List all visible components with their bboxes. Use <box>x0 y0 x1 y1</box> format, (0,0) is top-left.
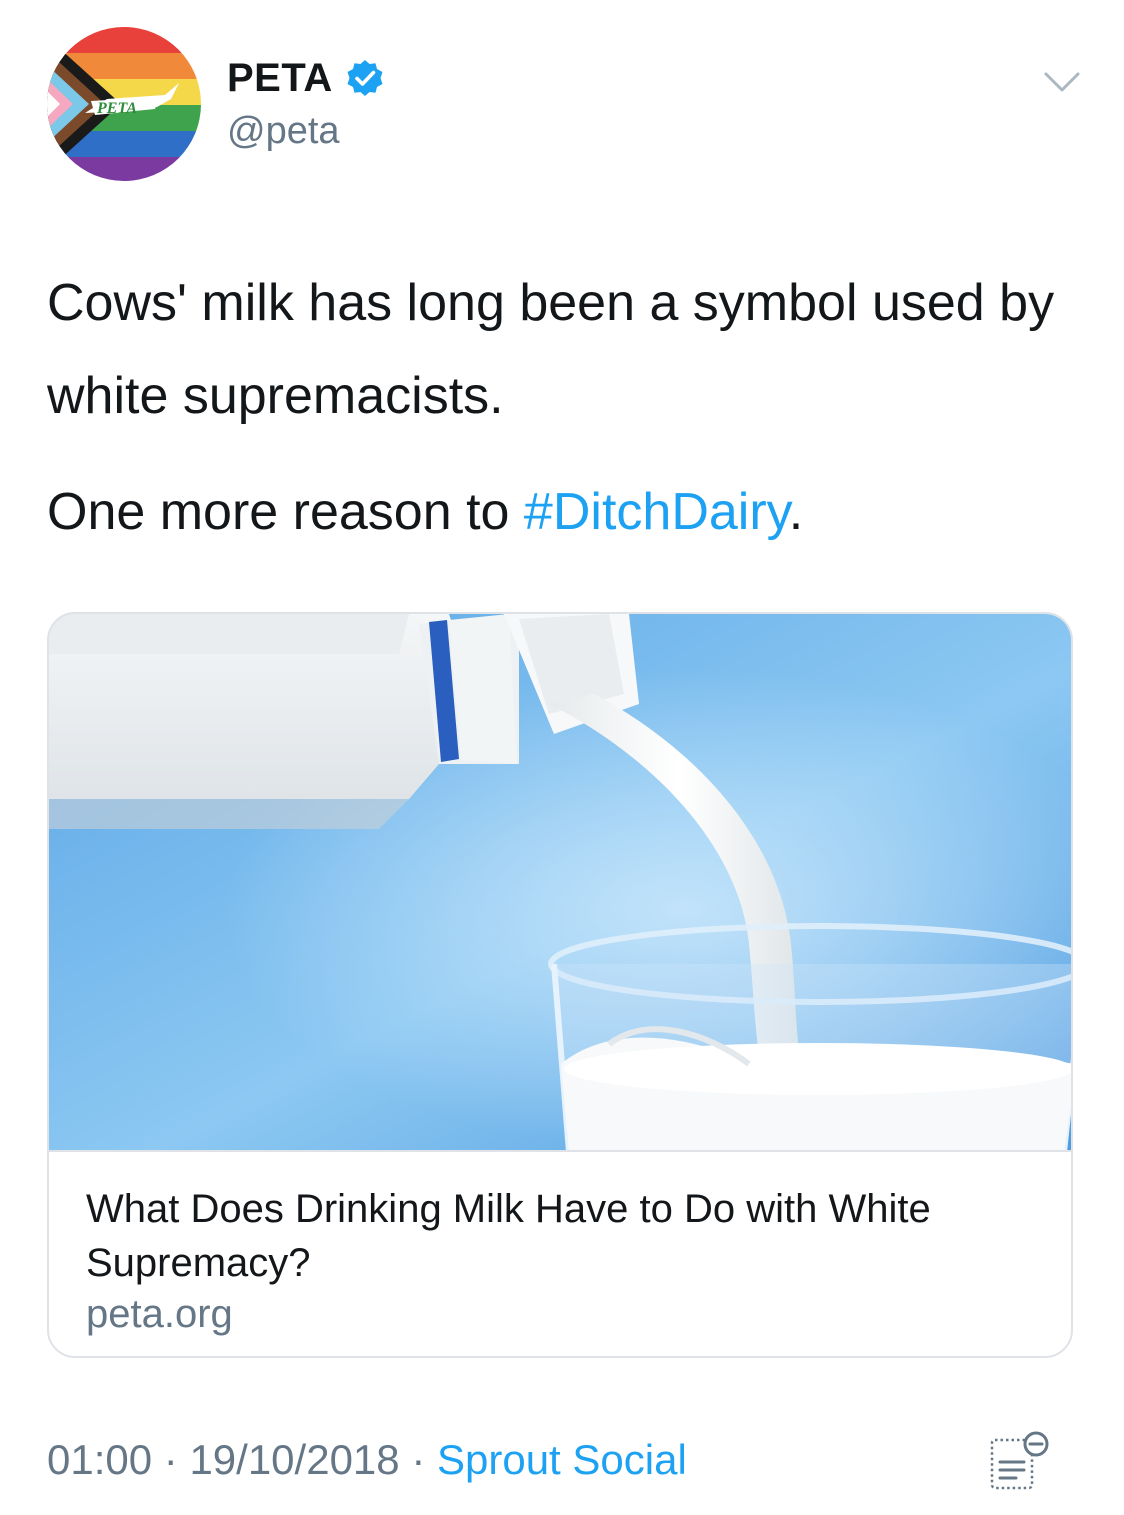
meta-separator: · <box>152 1436 190 1483</box>
tweet-line-1: Cows' milk has long been a symbol used b… <box>47 274 1055 425</box>
tweet-source-link[interactable]: Sprout Social <box>437 1436 687 1484</box>
author-name-row[interactable]: PETA <box>227 52 385 104</box>
tweet-line-2: One more reason to #DitchDairy. <box>47 466 1087 559</box>
avatar-logo-text: PETA <box>96 100 137 117</box>
tweet-line-2-prefix: One more reason to <box>47 483 524 541</box>
tweet-line-2-suffix: . <box>788 483 804 541</box>
card-image <box>49 614 1071 1152</box>
avatar[interactable]: PETA <box>47 27 201 181</box>
author-handle[interactable]: @peta <box>227 110 340 153</box>
chevron-down-icon[interactable] <box>1040 60 1084 104</box>
verified-badge-icon <box>347 60 383 96</box>
meta-separator: · <box>399 1436 437 1483</box>
peta-pride-flag-avatar: PETA <box>47 27 201 181</box>
card-title[interactable]: What Does Drinking Milk Have to Do with … <box>86 1182 1046 1290</box>
card-domain: peta.org <box>86 1292 233 1336</box>
tweet-time[interactable]: 01:00 <box>47 1436 152 1484</box>
link-card[interactable]: What Does Drinking Milk Have to Do with … <box>47 612 1073 1358</box>
display-name[interactable]: PETA <box>227 56 333 101</box>
tweet-analytics-icon[interactable] <box>986 1428 1052 1494</box>
tweet-date[interactable]: 19/10/2018 <box>189 1436 399 1484</box>
tweet-text: Cows' milk has long been a symbol used b… <box>47 257 1087 559</box>
milk-pouring-photo <box>49 614 1071 1152</box>
card-divider <box>49 1150 1071 1152</box>
hashtag-link[interactable]: #DitchDairy <box>524 483 789 541</box>
tweet-meta: 01:00 · 19/10/2018 · Sprout Social <box>47 1432 687 1488</box>
